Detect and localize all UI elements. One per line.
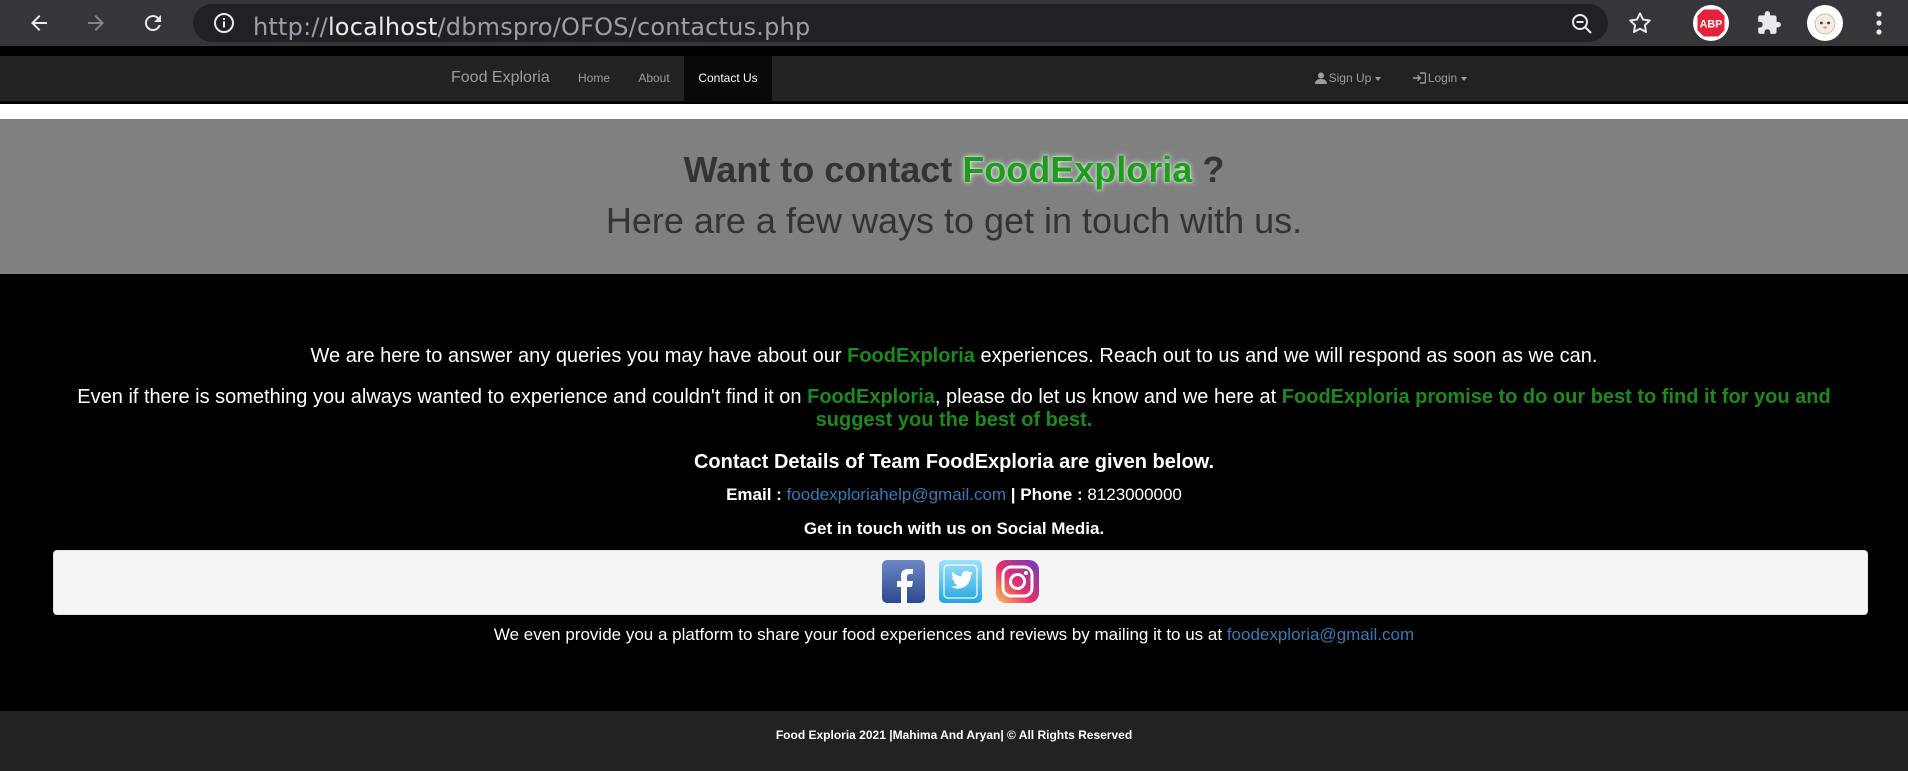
footer-copyright: Food Exploria 2021 |Mahima And Aryan| © … — [775, 728, 1133, 742]
zoom-icon[interactable] — [1570, 12, 1594, 41]
login-dropdown[interactable]: Login — [1408, 56, 1472, 101]
site-footer: Food Exploria 2021 |Mahima And Aryan| © … — [0, 711, 1908, 771]
signup-dropdown[interactable]: Sign Up — [1310, 56, 1386, 101]
email-link[interactable]: foodexploriahelp@gmail.com — [787, 485, 1006, 504]
hero-title: Want to contact FoodExploria ? — [683, 149, 1225, 190]
bookmark-star-icon[interactable] — [1627, 10, 1653, 41]
profile-avatar[interactable] — [1807, 5, 1843, 41]
svg-text:ABP: ABP — [1700, 19, 1723, 31]
user-icon — [1314, 72, 1327, 84]
puzzle-extensions-icon[interactable] — [1751, 5, 1787, 41]
contact-heading: Contact Details of Team FoodExploria are… — [693, 451, 1215, 473]
request-paragraph: Even if there is something you always wa… — [77, 386, 1831, 431]
browser-toolbar: http://localhost/dbmspro/OFOS/contactus.… — [0, 0, 1908, 46]
phone-label: | Phone : — [1010, 485, 1083, 504]
brand-link[interactable]: Food Exploria — [451, 69, 550, 87]
twitter-icon[interactable] — [938, 559, 983, 604]
hero-subtitle: Here are a few ways to get in touch with… — [605, 200, 1303, 241]
caret-down-icon — [1375, 76, 1382, 81]
back-icon[interactable] — [20, 4, 58, 42]
kebab-menu-icon[interactable] — [1875, 10, 1883, 41]
spacer-strip — [0, 104, 1908, 119]
reload-icon[interactable] — [134, 4, 172, 42]
caret-down-icon — [1461, 76, 1468, 81]
contact-content: We are here to answer any queries you ma… — [0, 274, 1908, 711]
instagram-icon[interactable] — [995, 559, 1040, 604]
nav-about[interactable]: About — [624, 56, 684, 101]
login-label: Login — [1427, 71, 1458, 85]
platform-email-link[interactable]: foodexploria@gmail.com — [1227, 625, 1414, 644]
url-text: http://localhost/dbmspro/OFOS/contactus.… — [253, 13, 811, 41]
phone-number: 8123000000 — [1087, 485, 1182, 504]
intro-paragraph: We are here to answer any queries you ma… — [310, 345, 1598, 367]
social-heading: Get in touch with us on Social Media. — [803, 519, 1105, 538]
nav-contact-us[interactable]: Contact Us — [684, 56, 772, 101]
forward-icon[interactable] — [77, 4, 115, 42]
site-navbar: Food Exploria Home About Contact Us Sign… — [0, 56, 1908, 102]
email-label: Email : — [726, 485, 782, 504]
hero-brand-name: FoodExploria — [962, 149, 1193, 190]
nav-home[interactable]: Home — [564, 56, 624, 101]
platform-line: We even provide you a platform to share … — [493, 625, 1415, 644]
hero-jumbotron: Want to contact FoodExploria ? Here are … — [0, 119, 1908, 274]
login-icon — [1412, 72, 1427, 84]
address-bar[interactable]: http://localhost/dbmspro/OFOS/contactus.… — [193, 4, 1608, 42]
adblock-plus-icon[interactable]: ABP — [1693, 5, 1729, 41]
contact-details-line: Email : foodexploriahelp@gmail.com | Pho… — [0, 485, 1908, 505]
facebook-icon[interactable] — [881, 559, 926, 604]
site-info-icon[interactable] — [213, 12, 235, 39]
signup-label: Sign Up — [1328, 71, 1372, 85]
